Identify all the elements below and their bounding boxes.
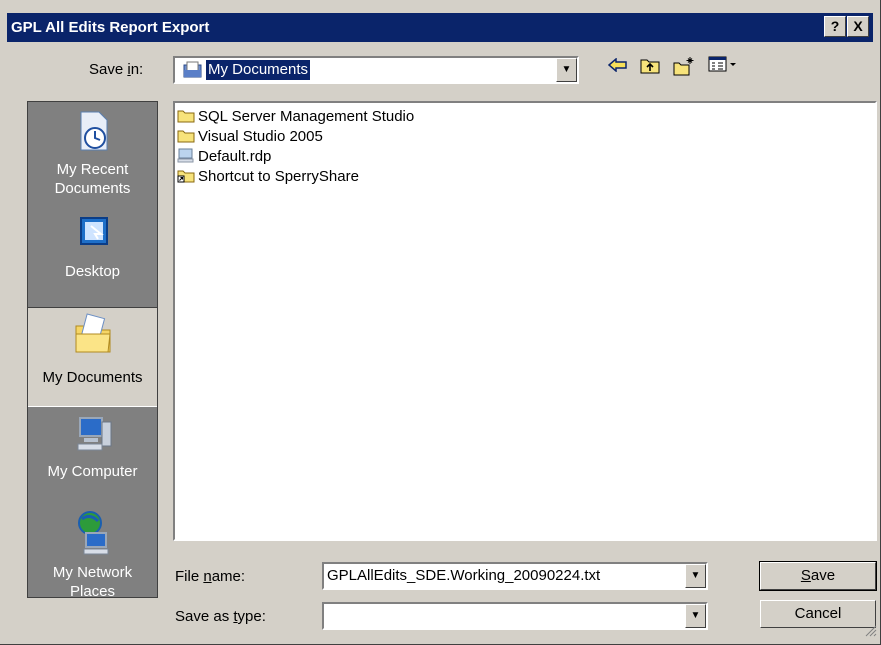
my-documents-small-icon [183,61,203,83]
file-name: Visual Studio 2005 [198,128,323,145]
desktop-icon [28,212,157,262]
save-in-combo[interactable]: My Documents ▼ [173,56,579,84]
place-label: My Network [52,564,133,581]
file-name-field[interactable]: GPLAllEdits_SDE.Working_20090224.txt ▼ [322,562,708,590]
resize-grip-icon[interactable] [865,624,877,641]
folder-icon [177,128,195,143]
place-label-2: Documents [54,180,131,197]
save-button[interactable]: Save [759,561,877,591]
place-my-recent-documents[interactable]: My Recent Documents [28,110,157,206]
back-icon[interactable] [606,56,630,80]
file-name-dropdown-icon[interactable]: ▼ [685,564,706,588]
up-folder-icon[interactable] [638,56,662,80]
close-button[interactable]: X [847,16,869,37]
list-item[interactable]: Visual Studio 2005 [177,127,323,147]
place-label: My Recent [56,161,129,178]
list-item[interactable]: Shortcut to SperryShare [177,167,359,187]
folder-shortcut-icon [177,168,195,183]
cancel-button[interactable]: Cancel [760,600,876,628]
save-in-label: Save in: [89,61,144,78]
save-dialog: GPL All Edits Report Export ? X Save in:… [0,0,881,645]
network-places-icon [28,507,157,563]
folder-icon [177,108,195,123]
view-menu-icon[interactable] [706,56,740,80]
my-computer-icon [28,412,157,462]
my-documents-icon [28,308,157,368]
place-my-computer[interactable]: My Computer [28,412,157,500]
save-in-dropdown-icon[interactable]: ▼ [556,58,577,82]
place-my-network-places[interactable]: My Network Places [28,507,157,600]
window-title: GPL All Edits Report Export [11,19,210,36]
save-in-value: My Documents [204,59,312,81]
place-my-documents[interactable]: My Documents [28,307,157,407]
file-list[interactable]: SQL Server Management Studio Visual Stud… [173,101,877,541]
places-bar: My Recent Documents Desktop My Documents… [27,101,158,600]
file-name-value: GPLAllEdits_SDE.Working_20090224.txt [327,567,601,584]
help-button[interactable]: ? [824,16,846,37]
list-item[interactable]: Default.rdp [177,147,271,167]
file-name-label: File name: [175,568,246,585]
recent-documents-icon [28,110,157,160]
save-as-type-label: Save as type: [175,608,266,625]
list-item[interactable]: SQL Server Management Studio [177,107,414,127]
rdp-file-icon [177,148,195,163]
save-as-type-dropdown-icon[interactable]: ▼ [685,604,706,628]
file-name: SQL Server Management Studio [198,108,415,125]
place-label-2: Places [69,583,116,600]
place-desktop[interactable]: Desktop [28,212,157,302]
file-name: Default.rdp [198,148,272,165]
place-label: Desktop [64,263,121,280]
place-label: My Documents [42,369,143,386]
new-folder-icon[interactable] [672,56,696,80]
file-name: Shortcut to SperryShare [198,168,359,185]
title-bar[interactable]: GPL All Edits Report Export ? X [7,13,873,42]
place-label: My Computer [47,463,138,480]
save-as-type-select[interactable]: ▼ [322,602,708,630]
